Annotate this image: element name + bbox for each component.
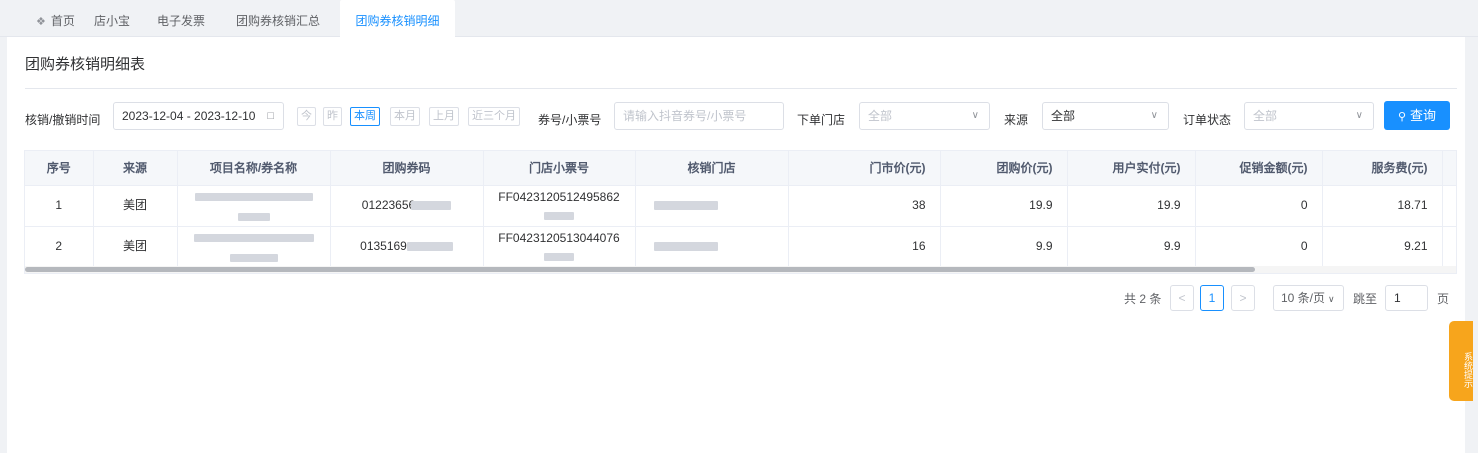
ticket-no-text: FF0423120513044076 <box>498 230 620 245</box>
jump-page-input[interactable]: 1 <box>1385 285 1428 311</box>
cell-overflow <box>1442 226 1456 268</box>
home-icon: ❖ <box>36 16 46 28</box>
col-index: 序号 <box>25 151 94 186</box>
chevron-down-icon: ∨ <box>971 110 979 121</box>
quick-this-month-button[interactable]: 本月 <box>390 107 420 126</box>
date-range-picker[interactable]: 2023-12-04 - 2023-12-10 □ <box>113 102 284 130</box>
tab-coupon-detail[interactable]: 团购券核销明细 <box>340 0 455 37</box>
page-size-value: 10 条/页 <box>1281 291 1326 305</box>
cell-group-price: 9.9 <box>940 226 1068 268</box>
prev-page-button[interactable]: < <box>1170 285 1194 311</box>
quick-today-button[interactable]: 今 <box>297 107 316 126</box>
tab-dianxiaobao[interactable]: 店小宝 <box>76 0 148 37</box>
tab-e-invoice[interactable]: 电子发票 <box>139 0 223 37</box>
order-status-select[interactable]: 全部 ∨ <box>1244 102 1374 130</box>
col-promo: 促销金额(元) <box>1195 151 1323 186</box>
quick-last-month-button[interactable]: 上月 <box>429 107 459 126</box>
status-label: 订单状态 <box>1183 113 1232 127</box>
search-button[interactable]: ⚲ 查询 <box>1384 101 1450 130</box>
cell-index: 1 <box>25 185 94 227</box>
status-select-value: 全部 <box>1253 109 1278 123</box>
col-overflow <box>1442 151 1456 186</box>
system-notice-tab[interactable]: 系统提示 <box>1449 321 1473 401</box>
cell-ticket-no: FF0423120512495862 <box>483 185 636 227</box>
chevron-down-icon: ∨ <box>1355 110 1363 121</box>
store-label: 下单门店 <box>797 113 846 127</box>
page-title: 团购券核销明细表 <box>25 56 146 73</box>
tab-label: 电子发票 <box>157 14 206 28</box>
cell-service-fee: 9.21 <box>1322 226 1443 268</box>
store-select-value: 全部 <box>868 109 893 123</box>
quick-last-3-months-button[interactable]: 近三个月 <box>468 107 520 126</box>
page-1-button[interactable]: 1 <box>1200 285 1224 311</box>
cell-promo: 0 <box>1195 185 1323 227</box>
tab-label: 团购券核销明细 <box>355 14 440 28</box>
pagination-total: 共 2 条 <box>1124 292 1162 306</box>
col-coupon-code: 团购券码 <box>330 151 484 186</box>
tab-label: 团购券核销汇总 <box>236 14 321 28</box>
cell-group-price: 19.9 <box>940 185 1068 227</box>
chevron-down-icon: ∨ <box>1150 110 1158 121</box>
cell-coupon-code: 0135169 <box>330 226 484 268</box>
table-row[interactable]: 2 美团 0135169 FF0423120513044076 16 9.9 9… <box>25 226 1456 268</box>
store-select[interactable]: 全部 ∨ <box>859 102 990 130</box>
col-source: 来源 <box>93 151 178 186</box>
cell-source: 美团 <box>93 185 178 227</box>
cell-paid: 19.9 <box>1067 185 1196 227</box>
cell-source: 美团 <box>93 226 178 268</box>
cell-market-price: 38 <box>788 185 941 227</box>
calendar-icon: □ <box>267 110 274 122</box>
source-select-value: 全部 <box>1051 109 1076 123</box>
detail-table: 序号 来源 项目名称/券名称 团购券码 门店小票号 核销门店 门市价(元) 团购… <box>24 150 1457 274</box>
cell-promo: 0 <box>1195 226 1323 268</box>
cell-item-masked <box>177 226 331 268</box>
cell-overflow <box>1442 185 1456 227</box>
col-market-price: 门市价(元) <box>788 151 941 186</box>
source-select[interactable]: 全部 ∨ <box>1042 102 1169 130</box>
quick-yesterday-button[interactable]: 昨 <box>323 107 342 126</box>
quick-this-week-button[interactable]: 本周 <box>350 107 380 126</box>
cell-index: 2 <box>25 226 94 268</box>
date-range-value: 2023-12-04 - 2023-12-10 <box>122 109 256 123</box>
cell-coupon-code: 01223656 <box>330 185 484 227</box>
cell-store-masked <box>635 185 789 227</box>
coupon-code-text: 0135169 <box>360 239 407 253</box>
coupon-code-text: 01223656 <box>361 198 416 212</box>
page-size-select[interactable]: 10 条/页 ∨ <box>1273 285 1344 311</box>
horizontal-scrollbar[interactable] <box>25 266 1456 273</box>
time-label: 核销/撤销时间 <box>25 113 101 127</box>
page-unit-label: 页 <box>1437 292 1450 306</box>
cell-market-price: 16 <box>788 226 941 268</box>
coupon-label: 券号/小票号 <box>538 113 602 127</box>
col-store: 核销门店 <box>635 151 789 186</box>
col-group-price: 团购价(元) <box>940 151 1068 186</box>
col-service-fee: 服务费(元) <box>1322 151 1443 186</box>
ticket-no-text: FF0423120512495862 <box>498 189 620 204</box>
coupon-search-input[interactable]: 请输入抖音券号/小票号 <box>614 102 784 130</box>
search-button-label: 查询 <box>1410 108 1437 123</box>
source-label: 来源 <box>1004 113 1029 127</box>
col-item: 项目名称/券名称 <box>177 151 331 186</box>
divider <box>25 88 1457 89</box>
tab-label: 店小宝 <box>94 14 131 28</box>
tab-coupon-summary[interactable]: 团购券核销汇总 <box>218 0 338 37</box>
cell-service-fee: 18.71 <box>1322 185 1443 227</box>
tab-bar: ❖ 首页 店小宝 电子发票 团购券核销汇总 团购券核销明细 <box>0 0 1478 37</box>
jump-label: 跳至 <box>1353 292 1378 306</box>
scrollbar-thumb[interactable] <box>25 267 1255 272</box>
next-page-button[interactable]: > <box>1231 285 1255 311</box>
cell-ticket-no: FF0423120513044076 <box>483 226 636 268</box>
col-paid: 用户实付(元) <box>1067 151 1196 186</box>
tab-home-label: 首页 <box>50 14 75 28</box>
col-ticket-no: 门店小票号 <box>483 151 636 186</box>
chevron-down-icon: ∨ <box>1328 294 1335 304</box>
table-header: 序号 来源 项目名称/券名称 团购券码 门店小票号 核销门店 门市价(元) 团购… <box>25 151 1456 186</box>
cell-item-masked <box>177 185 331 227</box>
table-row[interactable]: 1 美团 01223656 FF0423120512495862 38 19.9… <box>25 185 1456 227</box>
search-icon: ⚲ <box>1397 111 1407 123</box>
cell-store-masked <box>635 226 789 268</box>
main-card: 团购券核销明细表 核销/撤销时间 2023-12-04 - 2023-12-10… <box>7 37 1465 453</box>
cell-paid: 9.9 <box>1067 226 1196 268</box>
